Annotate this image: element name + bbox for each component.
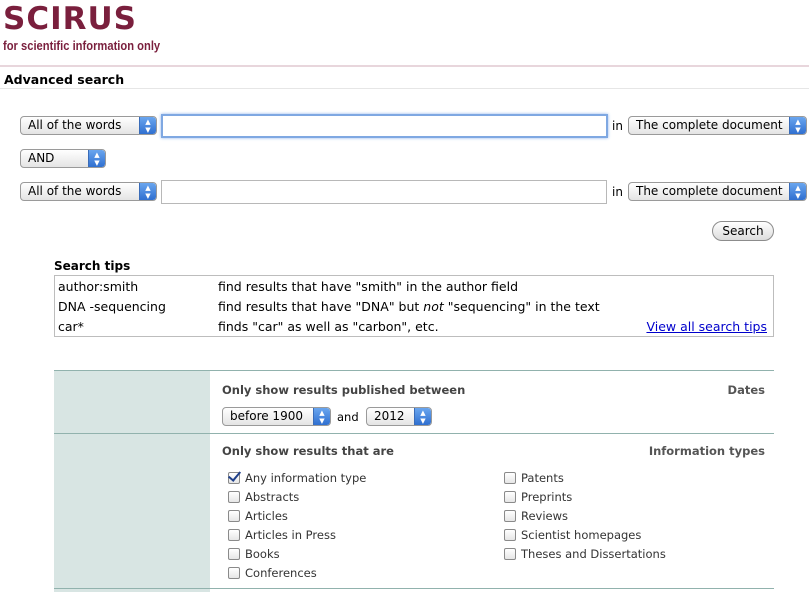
match-select-1-value: All of the words <box>28 118 122 132</box>
tip-desc-emphasis: not <box>423 299 444 314</box>
search-tips-box: author:smith find results that have "smi… <box>54 275 774 337</box>
information-types-heading: Only show results that are <box>222 444 394 458</box>
checkbox-label: Conferences <box>245 566 317 580</box>
scope-select-1[interactable]: The complete document ▲ ▼ <box>628 116 807 135</box>
checkbox-label: Preprints <box>521 490 573 504</box>
header-divider <box>0 65 809 67</box>
date-and-label: and <box>337 410 359 424</box>
checkbox-icon[interactable] <box>228 472 240 484</box>
in-label-2: in <box>612 185 623 199</box>
tip-row: author:smith find results that have "smi… <box>58 276 770 296</box>
checkbox-icon[interactable] <box>228 548 240 560</box>
checkbox-label: Scientist homepages <box>521 528 642 542</box>
scope-select-1-value: The complete document <box>636 118 783 132</box>
query-input-1[interactable] <box>161 114 608 138</box>
in-label-1: in <box>612 119 623 133</box>
checkbox-icon[interactable] <box>504 510 516 522</box>
checkbox-label: Theses and Dissertations <box>521 547 666 561</box>
tip-description: finds "car" as well as "carbon", etc. <box>218 319 439 334</box>
checkbox-icon[interactable] <box>504 491 516 503</box>
tip-query: car* <box>58 319 84 334</box>
scope-select-2[interactable]: The complete document ▲ ▼ <box>628 182 807 201</box>
scope-select-2-value: The complete document <box>636 184 783 198</box>
select-arrows-icon: ▲ ▼ <box>789 183 806 200</box>
search-tips-title: Search tips <box>54 259 131 273</box>
match-select-2[interactable]: All of the words ▲ ▼ <box>20 182 157 201</box>
search-button[interactable]: Search <box>712 221 774 241</box>
information-types-label: Information types <box>648 444 765 458</box>
tip-query: DNA -sequencing <box>58 299 166 314</box>
select-arrows-icon: ▲ ▼ <box>139 183 156 200</box>
dates-heading: Only show results published between <box>222 383 466 397</box>
view-all-search-tips-link[interactable]: View all search tips <box>646 319 767 334</box>
select-arrows-icon: ▲ ▼ <box>88 150 105 167</box>
page-title: Advanced search <box>4 72 125 87</box>
filter-divider <box>54 433 774 434</box>
date-from-select[interactable]: before 1900 ▲ ▼ <box>222 407 331 426</box>
checkbox-icon[interactable] <box>228 567 240 579</box>
checkbox-icon[interactable] <box>228 529 240 541</box>
checkbox-label: Abstracts <box>245 490 300 504</box>
filter-divider <box>54 588 774 589</box>
filter-divider <box>54 370 774 371</box>
tagline: for scientific information only <box>3 38 161 53</box>
checkbox-icon[interactable] <box>228 491 240 503</box>
checkbox-icon[interactable] <box>504 529 516 541</box>
filters-table: Dates Only show results published betwee… <box>54 370 774 592</box>
date-to-value: 2012 <box>374 409 405 423</box>
checkbox-label: Articles in Press <box>245 528 336 542</box>
filter-labels-column <box>54 370 210 592</box>
checkbox-label: Any information type <box>245 471 367 485</box>
tip-description: find results that have "smith" in the au… <box>218 279 519 294</box>
operator-select-value: AND <box>28 151 55 165</box>
tip-row: DNA -sequencing find results that have "… <box>58 296 770 316</box>
select-arrows-icon: ▲ ▼ <box>789 117 806 134</box>
tip-description: find results that have "DNA" but not "se… <box>218 299 600 314</box>
operator-select[interactable]: AND ▲ ▼ <box>20 149 106 168</box>
checkbox-label: Reviews <box>521 509 569 523</box>
tip-query: author:smith <box>58 279 139 294</box>
checkbox-label: Books <box>245 547 280 561</box>
checkbox-icon[interactable] <box>504 548 516 560</box>
tip-desc-part: find results that have "DNA" but <box>218 299 424 314</box>
checkbox-label: Articles <box>245 509 288 523</box>
query-input-2[interactable] <box>161 180 607 204</box>
scirus-logo[interactable]: SCIRUS <box>3 2 137 36</box>
match-select-2-value: All of the words <box>28 184 122 198</box>
select-arrows-icon: ▲ ▼ <box>139 117 156 134</box>
title-divider <box>0 88 809 89</box>
date-to-select[interactable]: 2012 ▲ ▼ <box>366 407 432 426</box>
select-arrows-icon: ▲ ▼ <box>414 408 431 425</box>
checkbox-icon[interactable] <box>504 472 516 484</box>
date-from-value: before 1900 <box>230 409 303 423</box>
checkbox-icon[interactable] <box>228 510 240 522</box>
select-arrows-icon: ▲ ▼ <box>313 408 330 425</box>
dates-label: Dates <box>727 383 765 397</box>
tip-row: car* finds "car" as well as "carbon", et… <box>58 316 770 336</box>
tip-desc-part: "sequencing" in the text <box>443 299 600 314</box>
match-select-1[interactable]: All of the words ▲ ▼ <box>20 116 157 135</box>
checkbox-label: Patents <box>521 471 564 485</box>
